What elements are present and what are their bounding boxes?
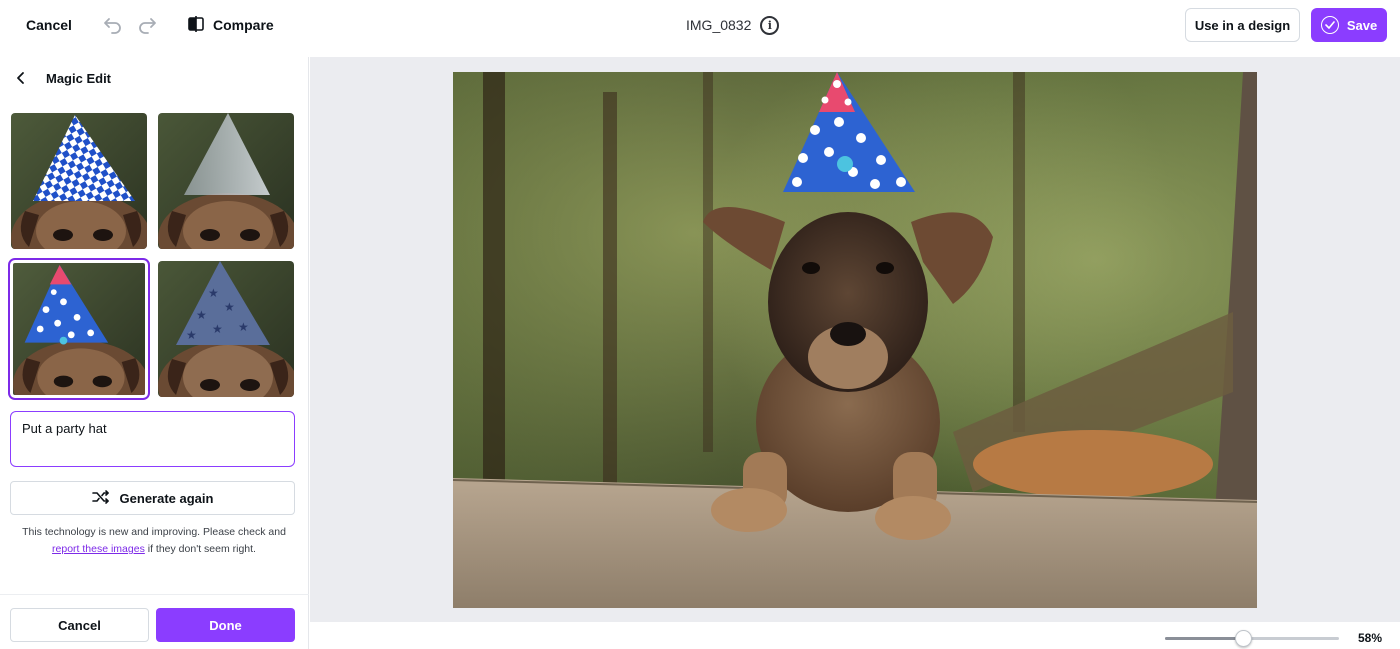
- panel-header: Magic Edit: [12, 65, 111, 91]
- edited-photo[interactable]: [453, 72, 1257, 608]
- panel-title: Magic Edit: [46, 70, 112, 86]
- prompt-input[interactable]: [10, 411, 295, 467]
- zoom-slider-handle[interactable]: [1234, 630, 1252, 647]
- compare-label: Compare: [213, 17, 274, 33]
- svg-text:★: ★: [238, 320, 249, 334]
- svg-text:★: ★: [196, 308, 207, 322]
- chevron-left-icon[interactable]: [12, 69, 30, 87]
- zoom-slider[interactable]: [1165, 637, 1339, 640]
- save-button[interactable]: Save: [1311, 8, 1387, 42]
- zoom-level[interactable]: 58%: [1358, 631, 1382, 645]
- zoom-slider-fill: [1165, 637, 1244, 640]
- compare-icon: [187, 15, 205, 36]
- check-circle-icon: [1320, 16, 1339, 34]
- result-thumbnail-3[interactable]: [8, 258, 150, 400]
- disclaimer: This technology is new and improving. Pl…: [10, 524, 298, 558]
- undo-icon[interactable]: [101, 13, 125, 37]
- generate-again-button[interactable]: Generate again: [10, 481, 295, 515]
- result-thumbnail-4[interactable]: ★ ★ ★ ★ ★ ★: [158, 261, 294, 397]
- svg-text:★: ★: [224, 300, 235, 314]
- svg-text:★: ★: [212, 322, 223, 336]
- panel-divider: [0, 594, 309, 595]
- done-button[interactable]: Done: [156, 608, 295, 642]
- svg-text:★: ★: [208, 286, 219, 300]
- svg-text:★: ★: [186, 328, 197, 342]
- info-icon[interactable]: i: [760, 15, 780, 35]
- shuffle-icon: [91, 489, 110, 508]
- save-label: Save: [1346, 17, 1378, 33]
- file-name: IMG_0832: [686, 17, 752, 33]
- panel-cancel-button[interactable]: Cancel: [10, 608, 149, 642]
- disclaimer-text: This technology is new and improving. Pl…: [22, 526, 286, 538]
- use-in-design-button[interactable]: Use in a design: [1185, 8, 1300, 42]
- result-thumbnail-1[interactable]: [11, 113, 147, 249]
- result-thumbnail-2[interactable]: [158, 113, 294, 249]
- generate-again-label: Generate again: [119, 490, 214, 506]
- top-bar: Cancel Compare IMG_0832 i Use in a desig…: [0, 0, 1400, 52]
- compare-button[interactable]: Compare: [187, 12, 274, 38]
- magic-edit-panel: Magic Edit ★ ★ ★ ★ ★ ★ Put a party hat G…: [0, 57, 309, 649]
- disclaimer-tail: if they don't seem right.: [147, 543, 256, 555]
- cancel-button[interactable]: Cancel: [14, 12, 84, 38]
- file-title: IMG_0832 i: [686, 13, 780, 37]
- redo-icon[interactable]: [135, 13, 159, 37]
- report-images-link[interactable]: report these images: [52, 543, 145, 555]
